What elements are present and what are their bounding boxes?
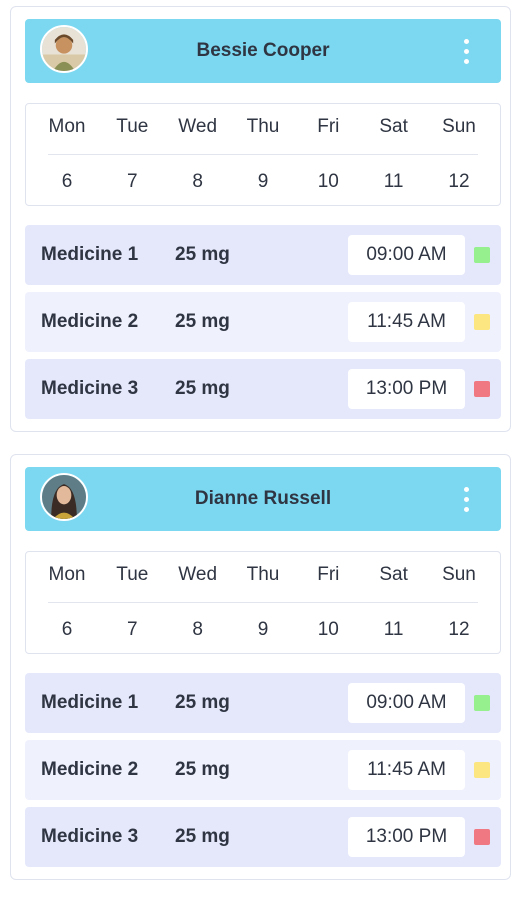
medicine-time[interactable]: 13:00 PM — [348, 817, 465, 857]
date-label[interactable]: 10 — [297, 619, 359, 641]
date-label[interactable]: 12 — [428, 619, 490, 641]
day-label[interactable]: Sun — [428, 116, 490, 138]
patient-header: Bessie Cooper — [25, 19, 501, 83]
medicine-dose: 25 mg — [175, 378, 230, 399]
day-label[interactable]: Mon — [36, 564, 98, 586]
day-label[interactable]: Tue — [101, 116, 163, 138]
medicine-dose: 25 mg — [175, 244, 230, 265]
day-label[interactable]: Wed — [167, 564, 229, 586]
medicine-row[interactable]: Medicine 3 25 mg 13:00 PM — [25, 807, 501, 867]
day-label[interactable]: Thu — [232, 564, 294, 586]
avatar-photo-icon — [42, 27, 86, 71]
week-calendar: Mon Tue Wed Thu Fri Sat Sun 6 7 8 9 10 1… — [25, 103, 501, 206]
status-indicator — [474, 829, 490, 845]
patient-card: Dianne Russell Mon Tue Wed Thu Fri Sat S… — [10, 454, 511, 880]
day-label[interactable]: Sat — [363, 564, 425, 586]
medicine-row[interactable]: Medicine 3 25 mg 13:00 PM — [25, 359, 501, 419]
medicine-dose: 25 mg — [175, 311, 230, 332]
status-indicator — [474, 381, 490, 397]
patient-name: Dianne Russell — [194, 488, 332, 509]
date-label[interactable]: 9 — [232, 619, 294, 641]
date-label[interactable]: 12 — [428, 171, 490, 193]
day-label[interactable]: Mon — [36, 116, 98, 138]
day-label[interactable]: Fri — [297, 116, 359, 138]
day-label[interactable]: Fri — [297, 564, 359, 586]
date-label[interactable]: 8 — [167, 171, 229, 193]
more-options-icon[interactable] — [459, 485, 473, 513]
date-label[interactable]: 7 — [101, 619, 163, 641]
medicine-name: Medicine 3 — [41, 378, 139, 399]
medicine-name: Medicine 2 — [41, 311, 139, 332]
medicine-dose: 25 mg — [175, 759, 230, 780]
medicine-time[interactable]: 13:00 PM — [348, 369, 465, 409]
medicine-time[interactable]: 11:45 AM — [348, 750, 465, 790]
avatar[interactable] — [40, 473, 88, 521]
more-options-icon[interactable] — [459, 37, 473, 65]
day-label[interactable]: Tue — [101, 564, 163, 586]
patient-header: Dianne Russell — [25, 467, 501, 531]
medicine-row[interactable]: Medicine 2 25 mg 11:45 AM — [25, 740, 501, 800]
date-label[interactable]: 6 — [36, 619, 98, 641]
medicine-name: Medicine 1 — [41, 692, 139, 713]
medicine-dose: 25 mg — [175, 692, 230, 713]
medicine-time[interactable]: 09:00 AM — [348, 235, 465, 275]
day-label[interactable]: Sat — [363, 116, 425, 138]
date-label[interactable]: 11 — [363, 619, 425, 641]
week-calendar: Mon Tue Wed Thu Fri Sat Sun 6 7 8 9 10 1… — [25, 551, 501, 654]
date-label[interactable]: 11 — [363, 171, 425, 193]
medicine-time[interactable]: 11:45 AM — [348, 302, 465, 342]
avatar[interactable] — [40, 25, 88, 73]
medicine-time[interactable]: 09:00 AM — [348, 683, 465, 723]
status-indicator — [474, 314, 490, 330]
medicine-name: Medicine 3 — [41, 826, 139, 847]
medicine-row[interactable]: Medicine 1 25 mg 09:00 AM — [25, 673, 501, 733]
calendar-divider — [48, 602, 478, 603]
date-label[interactable]: 10 — [297, 171, 359, 193]
status-indicator — [474, 762, 490, 778]
status-indicator — [474, 695, 490, 711]
calendar-divider — [48, 154, 478, 155]
patient-card: Bessie Cooper Mon Tue Wed Thu Fri Sat Su… — [10, 6, 511, 432]
medicine-row[interactable]: Medicine 2 25 mg 11:45 AM — [25, 292, 501, 352]
date-label[interactable]: 6 — [36, 171, 98, 193]
avatar-photo-icon — [42, 475, 86, 519]
medicine-dose: 25 mg — [175, 826, 230, 847]
medicine-name: Medicine 2 — [41, 759, 139, 780]
day-label[interactable]: Wed — [167, 116, 229, 138]
medicine-row[interactable]: Medicine 1 25 mg 09:00 AM — [25, 225, 501, 285]
day-label[interactable]: Thu — [232, 116, 294, 138]
medicine-name: Medicine 1 — [41, 244, 139, 265]
day-label[interactable]: Sun — [428, 564, 490, 586]
date-label[interactable]: 9 — [232, 171, 294, 193]
patient-name: Bessie Cooper — [196, 40, 330, 61]
date-label[interactable]: 7 — [101, 171, 163, 193]
status-indicator — [474, 247, 490, 263]
date-label[interactable]: 8 — [167, 619, 229, 641]
